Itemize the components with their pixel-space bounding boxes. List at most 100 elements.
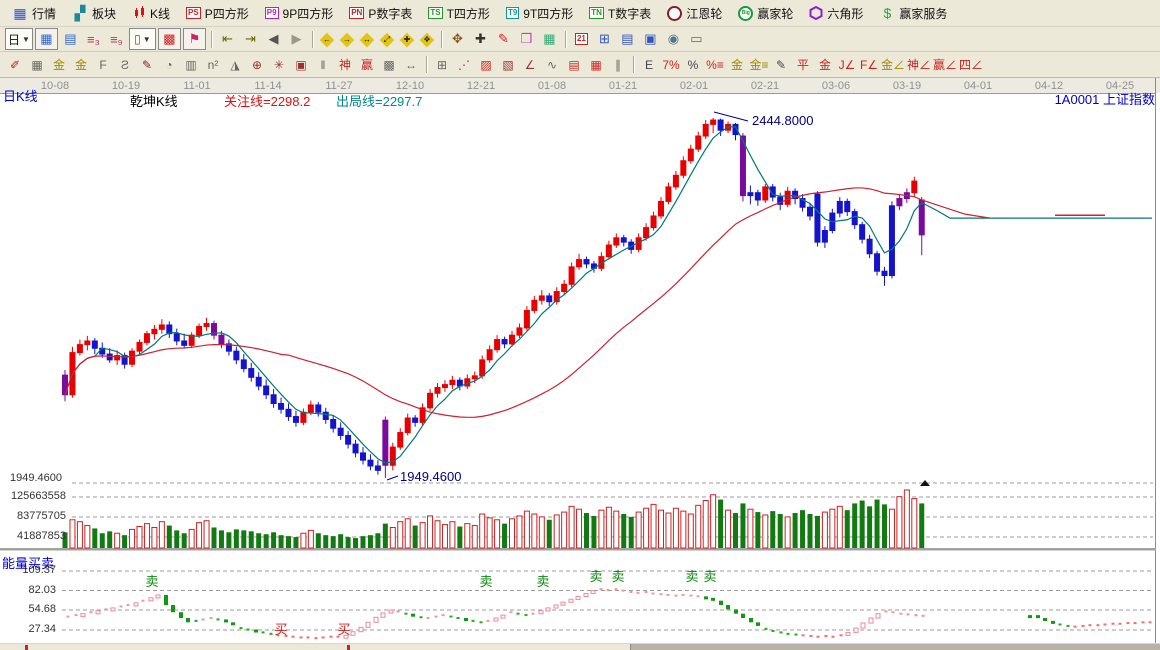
draw-tool-grid-tool[interactable]: ▦ <box>27 55 47 75</box>
menu-item-kxian[interactable]: K线 <box>124 1 178 25</box>
p-sifangxing-label: P四方形 <box>205 5 249 22</box>
draw-tool-gold-red[interactable]: 金 <box>815 55 835 75</box>
zoom-left-button[interactable]: ◆← <box>317 29 337 49</box>
menu-item-yingjiafuwu[interactable]: $赢家服务 <box>871 1 955 25</box>
menu-item-9t-sifangxing[interactable]: T99T四方形 <box>498 1 581 25</box>
draw-tool-gold-grid-1[interactable]: 金 <box>49 55 69 75</box>
draw-tool-box-grid[interactable]: ⊞ <box>432 55 452 75</box>
scrollbar-thumb[interactable] <box>630 644 1160 650</box>
calculator-button[interactable]: ⊞ <box>594 29 615 49</box>
draw-tool-shen-angle[interactable]: 神∠ <box>907 55 931 75</box>
draw-tool-gold-grid-2[interactable]: 金 <box>71 55 91 75</box>
zoom-fit-button[interactable]: ◆❖ <box>417 29 437 49</box>
draw-tool-angle-mirror[interactable]: ◮ <box>225 55 245 75</box>
volume-bar <box>644 508 649 548</box>
draw-tool-n-square[interactable]: n² <box>203 55 223 75</box>
draw-tool-angle-line[interactable]: ∠ <box>520 55 540 75</box>
scrollbar-tick <box>347 645 350 650</box>
app-window: ▦行情▞板块K线PSP四方形P99P四方形PNP数字表TST四方形T99T四方形… <box>0 0 1160 650</box>
draw-tool-gold-angle[interactable]: 金∠ <box>881 55 905 75</box>
nav-first-button[interactable]: ⇤ <box>217 29 238 49</box>
draw-tool-si-angle[interactable]: 四∠ <box>959 55 983 75</box>
indicator-bar <box>854 628 858 632</box>
draw-tool-j-angle[interactable]: J∠ <box>837 55 857 75</box>
draw-tool-f-grid[interactable]: F <box>93 55 113 75</box>
draw-tool-gann-fan[interactable]: ⋰ <box>454 55 474 75</box>
menu-item-liujiaoxing[interactable]: 六角形 <box>801 1 871 25</box>
draw-tool-pen-angle[interactable]: ✎ <box>771 55 791 75</box>
draw-tool-pic-grid[interactable]: ▣ <box>291 55 311 75</box>
draw-tool-ping-tool[interactable]: 平 <box>793 55 813 75</box>
menu-item-jiangenlun[interactable]: 江恩轮 <box>659 1 730 25</box>
draw-tool-ying-angle[interactable]: 赢∠ <box>933 55 957 75</box>
cross-tool-button[interactable]: ✚ <box>470 29 491 49</box>
draw-tool-width-arrows[interactable]: ↔ <box>401 55 421 75</box>
draw-tool-wave-tool[interactable]: ∿ <box>542 55 562 75</box>
draw-tool-f-angle[interactable]: F∠ <box>859 55 879 75</box>
menu-item-t-shuzibiao[interactable]: TNT数字表 <box>581 1 659 25</box>
draw-tool-spiral-tool[interactable]: Ƨ <box>115 55 135 75</box>
flag-tool-button[interactable]: ⚑ <box>183 28 206 50</box>
draw-tool-shen-grid[interactable]: 神 <box>335 55 355 75</box>
volume-bar <box>152 527 157 548</box>
volume-bar <box>845 510 850 548</box>
notebook-button[interactable]: ▤ <box>617 29 638 49</box>
menu-item-p-shuzibiao[interactable]: PNP数字表 <box>341 1 420 25</box>
toolbar-separator <box>441 31 442 48</box>
candle-style-button[interactable]: ▯▼ <box>129 28 156 50</box>
draw-tool-red-grid-2[interactable]: ▦ <box>586 55 606 75</box>
block-tool-button[interactable]: ▦ <box>539 29 560 49</box>
draw-tool-circle-cross[interactable]: ⊕ <box>247 55 267 75</box>
menu-item-bankuai[interactable]: ▞板块 <box>64 1 124 25</box>
zoom-right-button[interactable]: ◆→ <box>337 29 357 49</box>
nav-last-button[interactable]: ⇥ <box>240 29 261 49</box>
draw-tool-gold-lines[interactable]: 金≡ <box>749 55 769 75</box>
zoom-expand-button[interactable]: ◆⤢ <box>377 29 397 49</box>
volume-bar <box>889 509 894 548</box>
draw-tool-brush-tool[interactable]: ✐ <box>5 55 25 75</box>
snapshot-button[interactable]: ◉ <box>663 29 684 49</box>
overview-grid-button[interactable]: ▦ <box>35 28 58 50</box>
pattern-tool-button[interactable]: ▩ <box>158 28 181 50</box>
menu-item-9p-sifangxing[interactable]: P99P四方形 <box>257 1 341 25</box>
draw-tool-gold-circle[interactable]: 金 <box>727 55 747 75</box>
signal-buy-label: 买 <box>337 622 350 637</box>
draw-tool-box-fan[interactable]: ▧ <box>498 55 518 75</box>
pen-tool-button[interactable]: ✎ <box>493 29 514 49</box>
draw-tool-fan-box[interactable]: ▨ <box>476 55 496 75</box>
hand-tool-button[interactable]: ✥ <box>447 29 468 49</box>
overlay-9-button[interactable]: ≡₉ <box>106 29 127 49</box>
overlay-3-button[interactable]: ≡₃ <box>83 29 104 49</box>
draw-tool-ying-grid[interactable]: 赢 <box>357 55 377 75</box>
draw-tool-percent-lines[interactable]: %≡ <box>705 55 725 75</box>
calendar-button[interactable]: 21 <box>571 29 592 49</box>
nav-next-button[interactable]: ▶ <box>286 29 307 49</box>
chart-canvas[interactable]: 卖买买卖卖卖卖卖卖 <box>0 78 1160 643</box>
draw-tool-star-web[interactable]: ✳ <box>269 55 289 75</box>
draw-tool-k-quote[interactable]: ǁ <box>313 55 333 75</box>
signal-sell-label: 卖 <box>589 569 602 584</box>
draw-tool-circle-4[interactable]: ◔ <box>159 55 179 75</box>
draw-tool-pen-draw[interactable]: ✎ <box>137 55 157 75</box>
draw-tool-seven-pct[interactable]: 7% <box>661 55 681 75</box>
horizontal-scrollbar[interactable] <box>0 643 1160 650</box>
menu-item-hangqing[interactable]: ▦行情 <box>4 1 64 25</box>
menu-item-t-sifangxing[interactable]: TST四方形 <box>420 1 498 25</box>
draw-tool-e-bars[interactable]: E <box>639 55 659 75</box>
info-panel-button[interactable]: ▤ <box>60 29 81 49</box>
shape-tool-button[interactable]: ❒ <box>516 29 537 49</box>
print-button[interactable]: ▭ <box>686 29 707 49</box>
zoom-horizontal-button[interactable]: ◆↔ <box>357 29 377 49</box>
draw-tool-dense-grid[interactable]: ▥ <box>181 55 201 75</box>
indicator-dot <box>262 631 265 633</box>
menu-item-p-sifangxing[interactable]: PSP四方形 <box>178 1 257 25</box>
save-button[interactable]: ▣ <box>640 29 661 49</box>
draw-tool-parallel-lines[interactable]: ∥ <box>608 55 628 75</box>
draw-tool-dense-grid-2[interactable]: ▩ <box>379 55 399 75</box>
draw-tool-percent[interactable]: % <box>683 55 703 75</box>
zoom-all-button[interactable]: ◆✚ <box>397 29 417 49</box>
menu-item-yingjialun[interactable]: Big赢家轮 <box>730 1 801 25</box>
draw-tool-red-grid[interactable]: ▤ <box>564 55 584 75</box>
period-selector-button[interactable]: 日▼ <box>5 28 33 50</box>
nav-prev-button[interactable]: ◀ <box>263 29 284 49</box>
